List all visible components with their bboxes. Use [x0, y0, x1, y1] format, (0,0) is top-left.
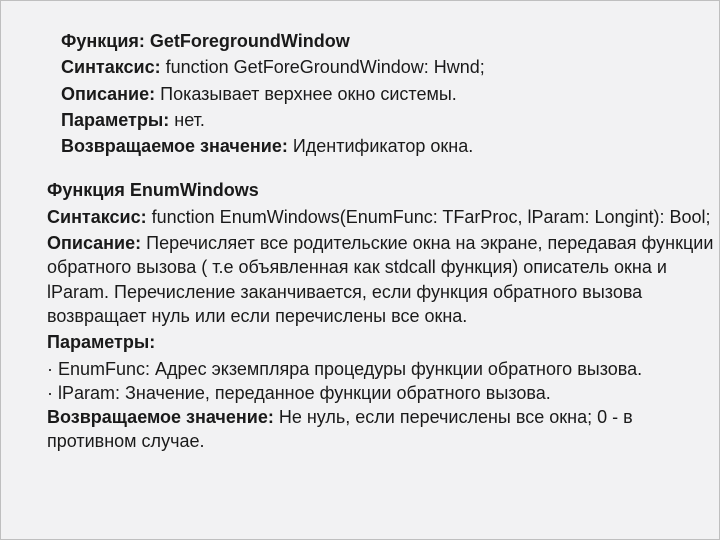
label-description: Описание:: [47, 233, 141, 253]
func1-desc-value: Показывает верхнее окно системы.: [160, 84, 457, 104]
func2-name: Функция EnumWindows: [47, 178, 715, 202]
label-syntax: Синтаксис:: [47, 207, 147, 227]
func1-syntax-value: function GetForeGroundWindow: Hwnd;: [166, 57, 485, 77]
label-description: Описание:: [61, 84, 155, 104]
func1-return-value: Идентификатор окна.: [293, 136, 473, 156]
label-return: Возвращаемое значение:: [61, 136, 288, 156]
func1-return: Возвращаемое значение: Идентификатор окн…: [61, 134, 699, 158]
func2-desc: Описание: Перечисляет все родительские о…: [47, 231, 715, 328]
func1-params-value: нет.: [174, 110, 205, 130]
label-function: Функция:: [61, 31, 145, 51]
function-block-1: Функция: GetForegroundWindow Синтаксис: …: [1, 1, 719, 172]
func2-syntax: Синтаксис: function EnumWindows(EnumFunc…: [47, 205, 715, 229]
func1-params: Параметры: нет.: [61, 108, 699, 132]
func2-syntax-value: function EnumWindows(EnumFunc: TFarProc,…: [152, 207, 711, 227]
func2-desc-value: Перечисляет все родительские окна на экр…: [47, 233, 713, 326]
func1-name-value: GetForegroundWindow: [150, 31, 350, 51]
func2-params-list: · EnumFunc: Адрес экземпляра процедуры ф…: [47, 357, 715, 406]
function-block-2: Функция EnumWindows Синтаксис: function …: [1, 172, 719, 471]
label-function: Функция: [47, 180, 125, 200]
func2-return: Возвращаемое значение: Не нуль, если пер…: [47, 405, 715, 454]
param-lparam: · lParam: Значение, переданное функции о…: [47, 381, 715, 405]
func1-desc: Описание: Показывает верхнее окно систем…: [61, 82, 699, 106]
func2-params: Параметры:: [47, 330, 715, 354]
param-enumfunc: · EnumFunc: Адрес экземпляра процедуры ф…: [47, 357, 715, 381]
label-syntax: Синтаксис:: [61, 57, 161, 77]
func1-syntax: Синтаксис: function GetForeGroundWindow:…: [61, 55, 699, 79]
label-return: Возвращаемое значение:: [47, 407, 274, 427]
label-params: Параметры:: [47, 332, 155, 352]
label-params: Параметры:: [61, 110, 169, 130]
func2-name-value: EnumWindows: [130, 180, 259, 200]
func1-name: Функция: GetForegroundWindow: [61, 29, 699, 53]
